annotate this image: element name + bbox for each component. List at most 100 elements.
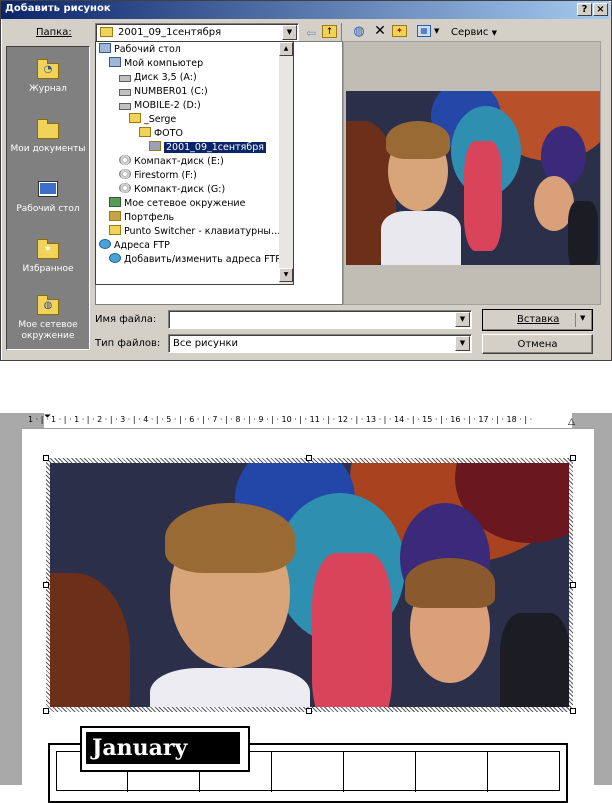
folder-tree-dropdown[interactable]: Рабочий стол Мой компьютер Диск 3,5 (A:)… bbox=[95, 41, 294, 285]
ruler-margin-right bbox=[572, 413, 594, 428]
filetype-select[interactable]: Все рисунки ▼ bbox=[168, 334, 472, 353]
folder-combobox[interactable]: 2001_09_1сентября ▼ bbox=[95, 23, 299, 42]
place-favorites[interactable]: ✶ Избранное bbox=[7, 239, 89, 275]
chevron-down-icon[interactable]: ▼ bbox=[282, 25, 297, 40]
views-icon[interactable]: ▦ bbox=[417, 25, 431, 37]
folder-value: 2001_09_1сентября bbox=[118, 27, 222, 38]
tree-item-label: ФОТО bbox=[154, 128, 183, 139]
tree-item[interactable]: Адреса FTP bbox=[99, 239, 170, 252]
close-button[interactable]: × bbox=[593, 3, 608, 16]
delete-icon[interactable]: ✕ bbox=[372, 23, 388, 39]
place-history[interactable]: ◔ Журнал bbox=[7, 59, 89, 95]
insert-button-label: Вставка bbox=[517, 314, 560, 325]
network-icon: ◍ bbox=[35, 295, 61, 317]
resize-handle[interactable] bbox=[570, 708, 576, 714]
tools-menu-label: Сервис bbox=[451, 27, 489, 38]
resize-handle[interactable] bbox=[570, 455, 576, 461]
tree-item-label: _Serge bbox=[144, 114, 177, 125]
insert-button[interactable]: Вставка ▼ bbox=[482, 309, 593, 331]
cd-icon bbox=[119, 183, 131, 193]
tree-item[interactable]: NUMBER01 (C:) bbox=[119, 85, 208, 98]
cd-icon bbox=[119, 155, 131, 165]
cancel-button-label: Отмена bbox=[517, 339, 558, 350]
tree-item[interactable]: MOBILE-2 (D:) bbox=[119, 99, 201, 112]
new-folder-icon[interactable]: ✦ bbox=[392, 25, 407, 37]
search-web-icon[interactable]: ◍ bbox=[351, 24, 367, 40]
folder-icon bbox=[139, 127, 151, 137]
resize-handle[interactable] bbox=[306, 708, 312, 714]
month-title-box[interactable]: January bbox=[80, 726, 250, 772]
drive-icon bbox=[119, 89, 131, 96]
history-icon: ◔ bbox=[35, 59, 61, 81]
computer-icon bbox=[109, 57, 121, 67]
place-favorites-label: Избранное bbox=[22, 264, 74, 274]
scroll-down-icon[interactable]: ▼ bbox=[279, 268, 293, 282]
up-folder-icon[interactable]: ↑ bbox=[322, 25, 337, 38]
folder-icon bbox=[100, 27, 113, 37]
tools-dropdown-icon: ▼ bbox=[491, 29, 497, 37]
views-dropdown-icon[interactable]: ▼ bbox=[434, 27, 439, 35]
cd-icon bbox=[119, 169, 131, 179]
right-indent-marker-icon[interactable]: △ bbox=[568, 418, 575, 427]
right-margin-area bbox=[594, 413, 612, 785]
tree-item[interactable]: ФОТО bbox=[139, 127, 183, 140]
resize-handle[interactable] bbox=[570, 582, 576, 588]
chevron-down-icon[interactable]: ▼ bbox=[580, 314, 585, 322]
tree-item-label: MOBILE-2 (D:) bbox=[134, 100, 201, 111]
left-margin-area bbox=[0, 413, 22, 785]
desktop-icon bbox=[35, 179, 61, 201]
tree-item[interactable]: Портфель bbox=[109, 211, 174, 224]
ruler-scale: 1 · | · 1 · | · 1 · | · 2 · | · 3 · | · … bbox=[28, 415, 533, 424]
tree-item-label: Punto Switcher - клавиатурны… bbox=[124, 226, 281, 237]
filetype-label: Тип файлов: bbox=[95, 338, 161, 349]
tree-item[interactable]: Рабочий стол bbox=[99, 43, 181, 56]
inserted-photo[interactable] bbox=[50, 463, 569, 707]
tree-item-label: Рабочий стол bbox=[114, 44, 181, 55]
drive-icon bbox=[119, 103, 131, 110]
tree-item[interactable]: Мой компьютер bbox=[109, 57, 203, 70]
tree-item-label: Компакт-диск (E:) bbox=[134, 156, 224, 167]
help-button[interactable]: ? bbox=[577, 3, 592, 16]
horizontal-ruler[interactable]: 1 · | · 1 · | · 1 · | · 2 · | · 3 · | · … bbox=[22, 413, 594, 429]
indent-marker-icon[interactable]: ⏷ bbox=[44, 413, 51, 422]
tree-item-label: NUMBER01 (C:) bbox=[134, 86, 208, 97]
back-arrow-icon[interactable]: ⇦ bbox=[303, 25, 319, 41]
tree-item-selected[interactable]: 2001_09_1сентября bbox=[149, 141, 266, 154]
document-page[interactable]: January bbox=[22, 431, 594, 803]
place-my-documents-label: Мои документы bbox=[10, 144, 86, 154]
tree-item[interactable]: Добавить/изменить адреса FTP bbox=[109, 253, 281, 266]
tree-item-label: Портфель bbox=[124, 212, 175, 223]
tree-item[interactable]: Мое сетевое окружение bbox=[109, 197, 245, 210]
tree-item[interactable]: Firestorm (F:) bbox=[119, 169, 197, 182]
tree-item[interactable]: _Serge bbox=[129, 113, 176, 126]
place-network-label: Мое сетевое окружение bbox=[18, 320, 78, 341]
tree-item-label: Мой компьютер bbox=[124, 58, 204, 69]
tree-item[interactable]: Диск 3,5 (A:) bbox=[119, 71, 197, 84]
tree-item[interactable]: Компакт-диск (G:) bbox=[119, 183, 225, 196]
resize-handle[interactable] bbox=[43, 455, 49, 461]
my-documents-icon bbox=[35, 119, 61, 141]
cancel-button[interactable]: Отмена bbox=[482, 334, 593, 354]
place-my-documents[interactable]: Мои документы bbox=[7, 119, 89, 155]
place-desktop[interactable]: Рабочий стол bbox=[7, 179, 89, 215]
dialog-titlebar[interactable]: Добавить рисунок ? × bbox=[1, 1, 609, 19]
resize-handle[interactable] bbox=[43, 708, 49, 714]
picture-selection-frame[interactable] bbox=[43, 455, 576, 714]
tree-item-label: Адреса FTP bbox=[114, 240, 170, 251]
place-network[interactable]: ◍ Мое сетевое окружение bbox=[7, 295, 89, 342]
scroll-up-icon[interactable]: ▲ bbox=[279, 42, 293, 56]
tree-item[interactable]: Punto Switcher - клавиатурны… bbox=[109, 225, 280, 238]
resize-handle[interactable] bbox=[43, 582, 49, 588]
resize-handle[interactable] bbox=[306, 455, 312, 461]
folder-icon bbox=[109, 225, 121, 235]
chevron-down-icon[interactable]: ▼ bbox=[455, 336, 470, 351]
filename-input[interactable]: ▼ bbox=[168, 310, 472, 329]
tree-scrollbar[interactable]: ▲ ▼ bbox=[279, 42, 293, 284]
tools-menu[interactable]: Сервис ▼ bbox=[451, 27, 497, 38]
chevron-down-icon[interactable]: ▼ bbox=[455, 312, 470, 327]
tree-item[interactable]: Компакт-диск (E:) bbox=[119, 155, 224, 168]
desktop-icon bbox=[99, 43, 111, 53]
filename-label: Имя файла: bbox=[95, 314, 157, 325]
folder-label: Папка: bbox=[36, 27, 72, 38]
toolbar-separator bbox=[341, 23, 342, 41]
